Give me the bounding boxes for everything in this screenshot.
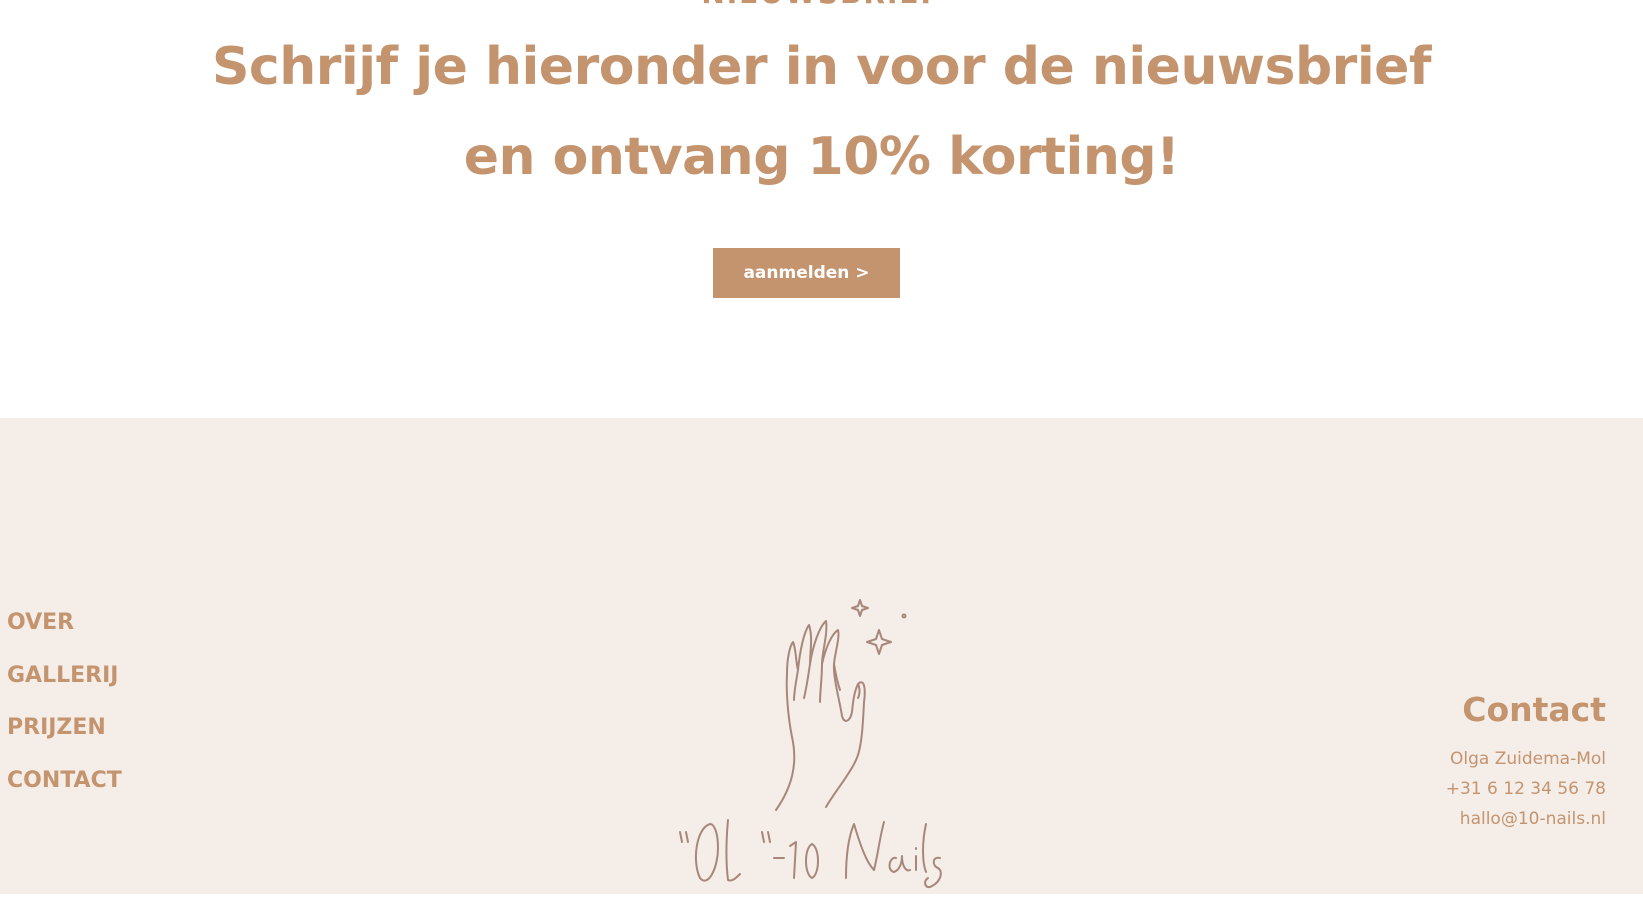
hand-sparkles-logo[interactable] xyxy=(670,552,950,894)
contact-email-link[interactable]: hallo@10-nails.nl xyxy=(1446,804,1606,834)
footer-nav-item-contact[interactable]: CONTACT xyxy=(7,768,122,821)
logo-icon xyxy=(679,599,942,888)
footer-nav-item-prijzen[interactable]: PRIJZEN xyxy=(7,715,122,768)
newsletter-kicker: NIEUWSBRIEF xyxy=(0,0,1643,10)
footer-nav-item-gallerij[interactable]: GALLERIJ xyxy=(7,663,122,716)
site-footer: OVER GALLERIJ PRIJZEN CONTACT Contact Ol… xyxy=(0,418,1643,894)
newsletter-headline: Schrijf je hieronder in voor de nieuwsbr… xyxy=(211,37,1432,187)
newsletter-section: NIEUWSBRIEF Schrijf je hieronder in voor… xyxy=(0,0,1643,418)
footer-nav-item-over[interactable]: OVER xyxy=(7,610,122,663)
subscribe-button[interactable]: aanmelden > xyxy=(713,248,900,298)
contact-name: Olga Zuidema-Mol xyxy=(1449,749,1606,769)
contact-title: Contact xyxy=(1462,690,1606,729)
footer-nav: OVER GALLERIJ PRIJZEN CONTACT xyxy=(7,610,122,820)
contact-block: Contact Olga Zuidema-Mol +31 6 12 34 56 … xyxy=(1446,690,1606,834)
contact-phone-link[interactable]: +31 6 12 34 56 78 xyxy=(1446,774,1606,804)
